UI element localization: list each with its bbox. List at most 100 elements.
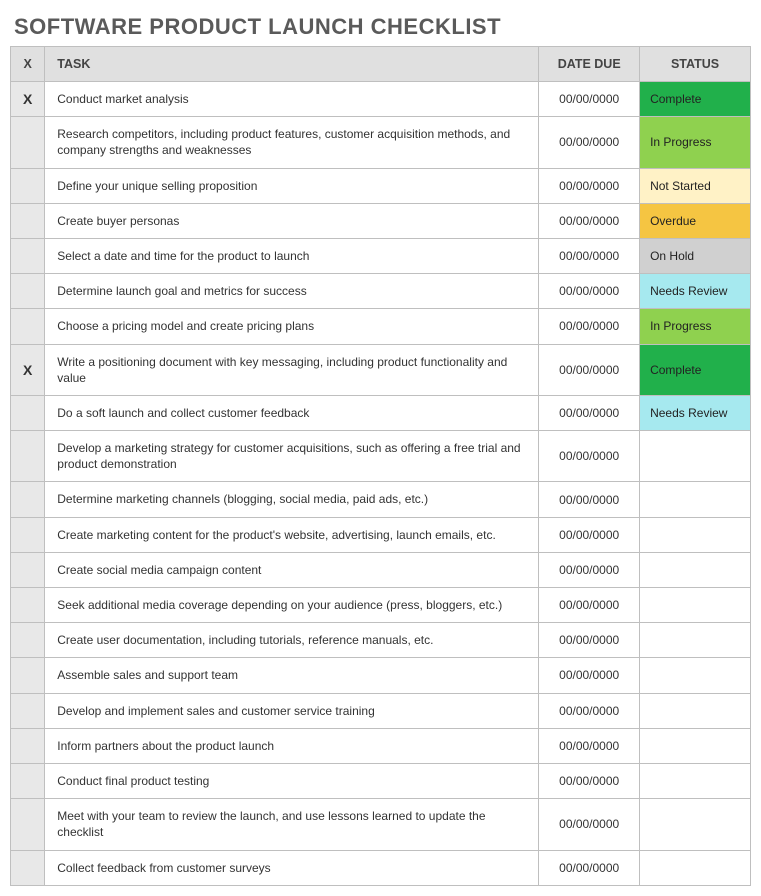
task-cell: Determine launch goal and metrics for su…: [45, 274, 539, 309]
status-cell[interactable]: [640, 850, 751, 885]
task-cell: Choose a pricing model and create pricin…: [45, 309, 539, 344]
task-cell: Seek additional media coverage depending…: [45, 588, 539, 623]
check-cell[interactable]: [11, 238, 45, 273]
status-cell[interactable]: Not Started: [640, 168, 751, 203]
check-cell[interactable]: [11, 168, 45, 203]
date-cell[interactable]: 00/00/0000: [539, 344, 640, 395]
table-row: XWrite a positioning document with key m…: [11, 344, 751, 395]
status-cell[interactable]: [640, 693, 751, 728]
header-check: X: [11, 47, 45, 82]
date-cell[interactable]: 00/00/0000: [539, 517, 640, 552]
check-cell[interactable]: [11, 274, 45, 309]
status-cell[interactable]: In Progress: [640, 117, 751, 168]
check-cell[interactable]: [11, 623, 45, 658]
date-cell[interactable]: 00/00/0000: [539, 203, 640, 238]
date-cell[interactable]: 00/00/0000: [539, 658, 640, 693]
check-cell[interactable]: [11, 203, 45, 238]
table-row: Create marketing content for the product…: [11, 517, 751, 552]
check-cell[interactable]: [11, 799, 45, 850]
check-cell[interactable]: [11, 482, 45, 517]
date-cell[interactable]: 00/00/0000: [539, 728, 640, 763]
table-row: Meet with your team to review the launch…: [11, 799, 751, 850]
check-cell[interactable]: [11, 763, 45, 798]
table-row: Define your unique selling proposition00…: [11, 168, 751, 203]
date-cell[interactable]: 00/00/0000: [539, 623, 640, 658]
status-cell[interactable]: On Hold: [640, 238, 751, 273]
check-cell[interactable]: [11, 658, 45, 693]
table-header-row: X TASK DATE DUE STATUS: [11, 47, 751, 82]
task-cell: Develop and implement sales and customer…: [45, 693, 539, 728]
table-row: Research competitors, including product …: [11, 117, 751, 168]
status-cell[interactable]: [640, 552, 751, 587]
status-cell[interactable]: [640, 799, 751, 850]
date-cell[interactable]: 00/00/0000: [539, 395, 640, 430]
status-cell[interactable]: [640, 623, 751, 658]
check-cell[interactable]: [11, 728, 45, 763]
status-cell[interactable]: In Progress: [640, 309, 751, 344]
task-cell: Conduct market analysis: [45, 82, 539, 117]
check-cell[interactable]: [11, 309, 45, 344]
date-cell[interactable]: 00/00/0000: [539, 850, 640, 885]
table-row: Create buyer personas00/00/0000Overdue: [11, 203, 751, 238]
page-title: SOFTWARE PRODUCT LAUNCH CHECKLIST: [14, 14, 751, 40]
status-cell[interactable]: [640, 763, 751, 798]
status-cell[interactable]: [640, 482, 751, 517]
date-cell[interactable]: 00/00/0000: [539, 82, 640, 117]
check-cell[interactable]: [11, 517, 45, 552]
status-cell[interactable]: Needs Review: [640, 395, 751, 430]
task-cell: Research competitors, including product …: [45, 117, 539, 168]
check-cell[interactable]: X: [11, 82, 45, 117]
table-row: Create social media campaign content00/0…: [11, 552, 751, 587]
header-task: TASK: [45, 47, 539, 82]
task-cell: Create buyer personas: [45, 203, 539, 238]
task-cell: Select a date and time for the product t…: [45, 238, 539, 273]
date-cell[interactable]: 00/00/0000: [539, 799, 640, 850]
table-row: Assemble sales and support team00/00/000…: [11, 658, 751, 693]
task-cell: Write a positioning document with key me…: [45, 344, 539, 395]
date-cell[interactable]: 00/00/0000: [539, 693, 640, 728]
status-cell[interactable]: [640, 728, 751, 763]
status-cell[interactable]: [640, 431, 751, 482]
check-cell[interactable]: [11, 117, 45, 168]
date-cell[interactable]: 00/00/0000: [539, 238, 640, 273]
check-cell[interactable]: [11, 395, 45, 430]
status-cell[interactable]: [640, 588, 751, 623]
task-cell: Develop a marketing strategy for custome…: [45, 431, 539, 482]
table-row: Determine launch goal and metrics for su…: [11, 274, 751, 309]
table-row: Develop a marketing strategy for custome…: [11, 431, 751, 482]
header-date: DATE DUE: [539, 47, 640, 82]
task-cell: Inform partners about the product launch: [45, 728, 539, 763]
date-cell[interactable]: 00/00/0000: [539, 588, 640, 623]
check-cell[interactable]: [11, 588, 45, 623]
date-cell[interactable]: 00/00/0000: [539, 552, 640, 587]
table-row: Develop and implement sales and customer…: [11, 693, 751, 728]
table-row: Do a soft launch and collect customer fe…: [11, 395, 751, 430]
check-cell[interactable]: [11, 693, 45, 728]
date-cell[interactable]: 00/00/0000: [539, 763, 640, 798]
task-cell: Determine marketing channels (blogging, …: [45, 482, 539, 517]
status-cell[interactable]: Complete: [640, 82, 751, 117]
date-cell[interactable]: 00/00/0000: [539, 274, 640, 309]
header-status: STATUS: [640, 47, 751, 82]
status-cell[interactable]: [640, 658, 751, 693]
task-cell: Assemble sales and support team: [45, 658, 539, 693]
date-cell[interactable]: 00/00/0000: [539, 431, 640, 482]
table-row: Inform partners about the product launch…: [11, 728, 751, 763]
date-cell[interactable]: 00/00/0000: [539, 309, 640, 344]
check-cell[interactable]: [11, 552, 45, 587]
task-cell: Define your unique selling proposition: [45, 168, 539, 203]
task-cell: Create marketing content for the product…: [45, 517, 539, 552]
date-cell[interactable]: 00/00/0000: [539, 482, 640, 517]
task-cell: Create user documentation, including tut…: [45, 623, 539, 658]
status-cell[interactable]: [640, 517, 751, 552]
status-cell[interactable]: Needs Review: [640, 274, 751, 309]
status-cell[interactable]: Overdue: [640, 203, 751, 238]
table-row: Determine marketing channels (blogging, …: [11, 482, 751, 517]
table-row: Seek additional media coverage depending…: [11, 588, 751, 623]
date-cell[interactable]: 00/00/0000: [539, 168, 640, 203]
check-cell[interactable]: [11, 850, 45, 885]
status-cell[interactable]: Complete: [640, 344, 751, 395]
check-cell[interactable]: X: [11, 344, 45, 395]
date-cell[interactable]: 00/00/0000: [539, 117, 640, 168]
check-cell[interactable]: [11, 431, 45, 482]
